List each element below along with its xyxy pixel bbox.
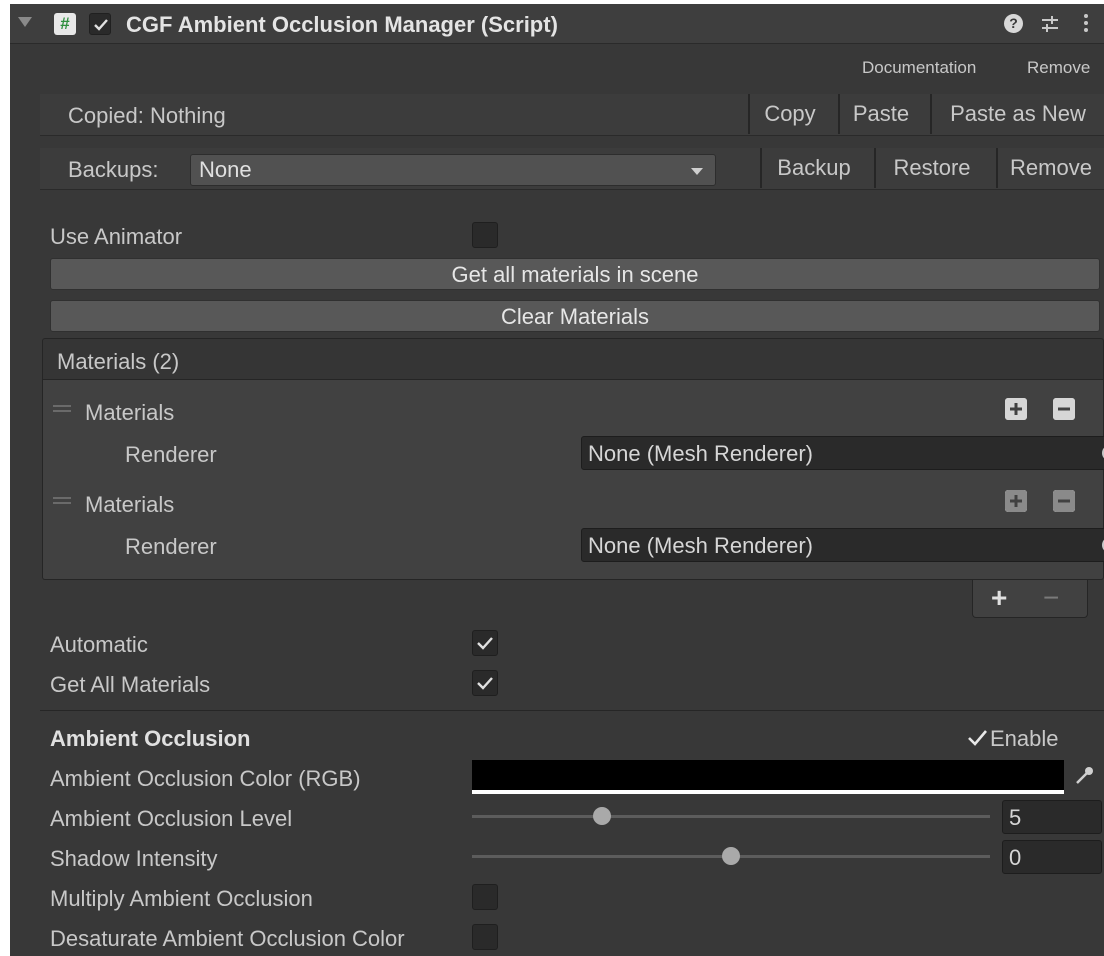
- automatic-label: Automatic: [50, 632, 148, 657]
- multiply-ao-label: Multiply Ambient Occlusion: [50, 886, 313, 911]
- ao-color-field[interactable]: [472, 760, 1064, 794]
- checkmark-icon: [477, 637, 493, 650]
- script-icon: #: [54, 13, 76, 35]
- materials-count-label: Materials (2): [57, 349, 180, 374]
- list-footer: + −: [972, 580, 1088, 618]
- renderer-label: Renderer: [125, 442, 217, 467]
- remove-link[interactable]: Remove: [1027, 58, 1090, 78]
- copied-status: Copied: Nothing: [68, 103, 226, 128]
- remove-backup-button[interactable]: Remove: [996, 148, 1104, 188]
- renderer-label: Renderer: [125, 534, 217, 559]
- backups-dropdown[interactable]: None: [190, 154, 716, 186]
- automatic-checkbox[interactable]: [472, 630, 498, 656]
- use-animator-checkbox[interactable]: [472, 222, 498, 248]
- copy-toolbar: Copied: Nothing Copy Paste Paste as New: [40, 94, 1104, 136]
- kebab-menu-icon[interactable]: [1082, 12, 1090, 36]
- ao-level-slider-thumb[interactable]: [592, 807, 611, 825]
- ao-level-slider-track[interactable]: [472, 815, 990, 818]
- desaturate-ao-checkbox[interactable]: [472, 924, 498, 950]
- desaturate-ao-label: Desaturate Ambient Occlusion Color: [50, 926, 405, 951]
- preset-icon[interactable]: [1040, 13, 1060, 35]
- renderer-field[interactable]: None (Mesh Renderer): [581, 528, 1104, 562]
- list-item-label: Materials: [85, 492, 175, 517]
- remove-element-icon[interactable]: [1053, 490, 1075, 512]
- shadow-intensity-slider-thumb[interactable]: [722, 847, 740, 865]
- shadow-intensity-input[interactable]: 0: [1002, 840, 1102, 874]
- ao-level-label: Ambient Occlusion Level: [50, 806, 293, 831]
- materials-list: Materials Renderer None (Mesh Renderer) …: [42, 380, 1104, 580]
- copy-button[interactable]: Copy: [748, 94, 830, 134]
- component-title: CGF Ambient Occlusion Manager (Script): [126, 12, 558, 37]
- remove-element-icon[interactable]: [1053, 398, 1075, 420]
- add-element-icon[interactable]: [1005, 398, 1027, 420]
- renderer-field[interactable]: None (Mesh Renderer): [581, 436, 1104, 470]
- eyedropper-icon[interactable]: [1072, 764, 1096, 788]
- component-header[interactable]: # CGF Ambient Occlusion Manager (Script)…: [10, 4, 1104, 44]
- section-title: Ambient Occlusion: [50, 726, 251, 751]
- documentation-link[interactable]: Documentation: [862, 58, 976, 78]
- separator: [40, 710, 1104, 711]
- renderer-value: None (Mesh Renderer): [588, 533, 813, 558]
- paste-button[interactable]: Paste: [838, 94, 922, 134]
- checkmark-icon: [968, 730, 987, 746]
- checkmark-icon: [94, 19, 108, 31]
- dropdown-arrow-icon: [691, 168, 703, 175]
- multiply-ao-checkbox[interactable]: [472, 884, 498, 910]
- list-item-label: Materials: [85, 400, 175, 425]
- add-element-icon[interactable]: [1005, 490, 1027, 512]
- enable-toggle[interactable]: Enable: [966, 726, 1059, 752]
- checkmark-icon: [477, 677, 493, 690]
- help-icon[interactable]: ?: [1004, 14, 1023, 33]
- get-all-materials-checkbox[interactable]: [472, 670, 498, 696]
- inspector-component: # CGF Ambient Occlusion Manager (Script)…: [10, 4, 1104, 956]
- get-all-materials-label: Get All Materials: [50, 672, 211, 697]
- list-add-button[interactable]: +: [991, 582, 1007, 614]
- drag-handle-icon[interactable]: [53, 405, 71, 412]
- materials-list-header[interactable]: Materials (2): [42, 338, 1104, 380]
- backup-button[interactable]: Backup: [760, 148, 866, 188]
- clear-materials-button[interactable]: Clear Materials: [50, 300, 1100, 332]
- drag-handle-icon[interactable]: [53, 497, 71, 504]
- list-remove-button[interactable]: −: [1043, 582, 1059, 614]
- paste-as-new-button[interactable]: Paste as New: [930, 94, 1104, 134]
- backups-label: Backups:: [68, 157, 159, 182]
- ao-level-input[interactable]: 5: [1002, 800, 1102, 834]
- backups-toolbar: Backups: None Backup Restore Remove: [40, 148, 1104, 190]
- use-animator-label: Use Animator: [50, 224, 183, 249]
- renderer-value: None (Mesh Renderer): [588, 441, 813, 466]
- ao-color-label: Ambient Occlusion Color (RGB): [50, 766, 361, 791]
- restore-button[interactable]: Restore: [874, 148, 988, 188]
- backups-selected: None: [199, 157, 252, 182]
- enable-label: Enable: [990, 726, 1059, 751]
- shadow-intensity-label: Shadow Intensity: [50, 846, 218, 871]
- foldout-arrow-icon[interactable]: [18, 17, 32, 27]
- component-enabled-checkbox[interactable]: [89, 13, 111, 35]
- get-all-materials-button[interactable]: Get all materials in scene: [50, 258, 1100, 290]
